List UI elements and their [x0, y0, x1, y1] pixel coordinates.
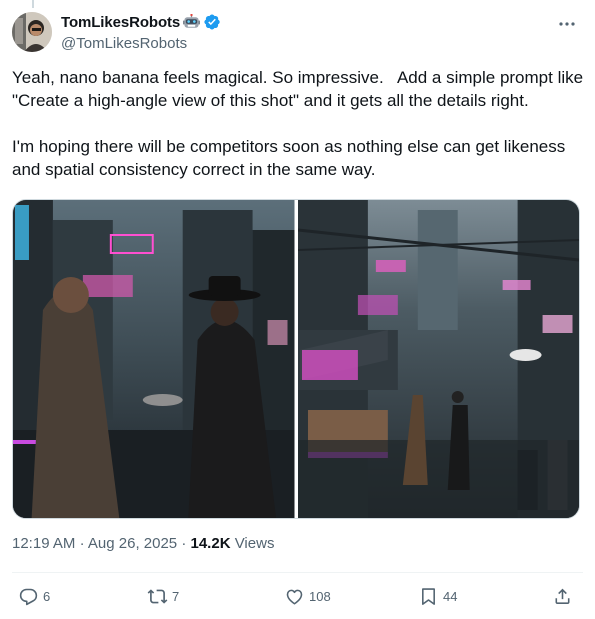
like-count: 108: [309, 589, 331, 604]
actions-divider: [12, 572, 583, 573]
share-button[interactable]: [552, 586, 577, 607]
avatar-image: [12, 12, 52, 52]
reply-icon: [19, 588, 38, 606]
tweet-meta: 12:19 AM · Aug 26, 2025 · 14.2K Views: [12, 535, 274, 552]
name-row: TomLikesRobots: [61, 12, 221, 32]
repost-count: 7: [172, 589, 180, 604]
robot-emoji-icon: [183, 13, 201, 31]
bookmark-button[interactable]: 44: [418, 586, 457, 607]
thread-line: [32, 0, 34, 8]
media-image-left[interactable]: [13, 200, 295, 518]
avatar[interactable]: [12, 12, 52, 52]
heart-icon: [286, 589, 303, 605]
meta-separator: ·: [79, 535, 85, 552]
action-bar: 6 7 108 44: [12, 586, 583, 610]
handle[interactable]: @TomLikesRobots: [61, 35, 221, 52]
repost-icon: [147, 589, 168, 604]
bookmark-count: 44: [443, 589, 458, 604]
reply-button[interactable]: 6: [18, 586, 50, 607]
media-image-right[interactable]: [297, 200, 579, 518]
share-icon: [555, 588, 570, 604]
more-icon[interactable]: [557, 14, 577, 34]
bookmark-icon: [422, 588, 435, 605]
repost-button[interactable]: 7: [147, 586, 179, 607]
media-grid: [12, 199, 580, 519]
tweet-time[interactable]: 12:19 AM: [12, 535, 75, 552]
verified-badge-icon[interactable]: [203, 13, 221, 31]
tweet-date[interactable]: Aug 26, 2025: [88, 535, 177, 552]
meta-separator: ·: [181, 535, 187, 552]
views-count: 14.2K: [190, 535, 231, 552]
display-name[interactable]: TomLikesRobots: [61, 14, 180, 31]
like-button[interactable]: 108: [284, 586, 331, 607]
views-label: Views: [234, 535, 275, 552]
tweet-header: TomLikesRobots @TomLikesRobots: [61, 12, 221, 52]
reply-count: 6: [43, 589, 51, 604]
tweet-text: Yeah, nano banana feels magical. So impr…: [12, 68, 584, 179]
